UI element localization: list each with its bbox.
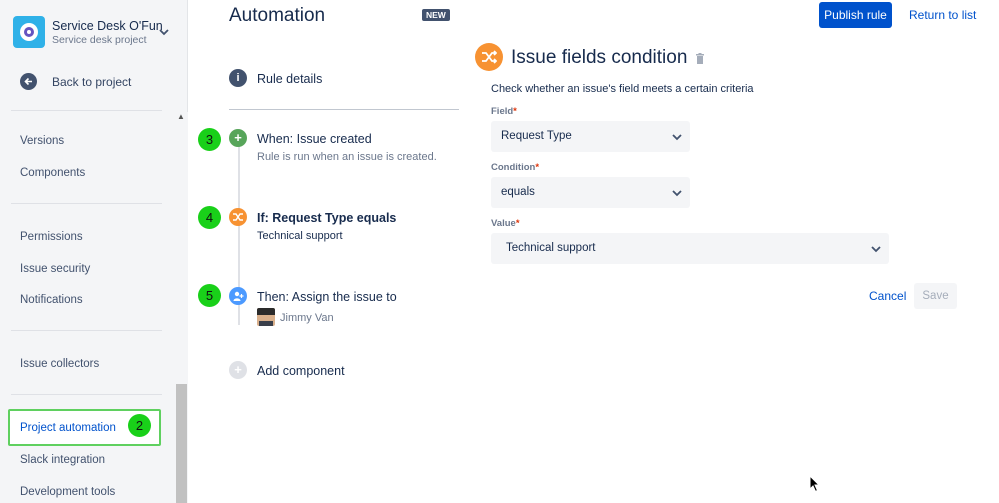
trash-icon[interactable] — [695, 53, 705, 64]
condition-label-text: Condition — [491, 162, 536, 173]
user-avatar — [257, 308, 275, 326]
sidebar-item-versions[interactable]: Versions — [20, 135, 64, 147]
required-mark: * — [515, 218, 520, 229]
step-badge: 5 — [198, 284, 221, 307]
project-name: Service Desk O'Fun — [52, 19, 163, 33]
page-title: Automation — [229, 5, 326, 26]
sidebar-divider — [11, 394, 162, 395]
value-select[interactable]: Technical support — [491, 233, 889, 264]
project-switcher[interactable]: Service Desk O'Fun Service desk project — [13, 15, 178, 49]
scroll-up-icon[interactable]: ▲ — [177, 112, 185, 121]
required-mark: * — [535, 162, 540, 173]
sidebar-divider — [11, 330, 162, 331]
info-icon: i — [229, 69, 247, 87]
condition-label: Condition* — [491, 162, 539, 173]
step-title: When: Issue created — [257, 132, 372, 146]
rule-details-item[interactable]: i Rule details — [229, 68, 429, 90]
sidebar-item-issue-security[interactable]: Issue security — [20, 263, 90, 275]
condition-select[interactable]: equals — [491, 177, 690, 208]
scrollbar-thumb[interactable] — [176, 384, 187, 503]
add-component-label: Add component — [257, 364, 345, 378]
plus-icon: + — [229, 129, 247, 147]
chevron-down-icon — [871, 246, 881, 253]
back-to-project-label: Back to project — [52, 75, 132, 89]
save-button[interactable]: Save — [914, 283, 957, 309]
shuffle-icon — [229, 208, 247, 226]
return-to-list-link[interactable]: Return to list — [909, 8, 976, 22]
project-type: Service desk project — [52, 34, 147, 46]
value-select-value: Technical support — [506, 242, 596, 254]
field-select[interactable]: Request Type — [491, 121, 690, 152]
shuffle-icon — [475, 43, 503, 71]
sidebar-item-components[interactable]: Components — [20, 167, 85, 179]
sidebar-item-issue-collectors[interactable]: Issue collectors — [20, 358, 99, 370]
cancel-button[interactable]: Cancel — [869, 289, 906, 303]
arrow-left-icon — [20, 73, 37, 90]
step-title: If: Request Type equals — [257, 211, 397, 225]
sidebar: Service Desk O'Fun Service desk project … — [0, 0, 188, 503]
rule-details-label: Rule details — [257, 72, 323, 86]
chevron-down-icon — [159, 29, 169, 36]
step-badge: 3 — [198, 128, 221, 151]
field-label: Field* — [491, 106, 517, 117]
value-label: Value* — [491, 218, 520, 229]
back-to-project-link[interactable]: Back to project — [20, 72, 170, 92]
sidebar-item-slack-integration[interactable]: Slack integration — [20, 454, 105, 466]
mouse-cursor-icon — [809, 475, 821, 493]
project-avatar-icon — [13, 16, 45, 48]
chevron-down-icon — [672, 134, 682, 141]
step-title: Then: Assign the issue to — [257, 290, 397, 304]
condition-select-value: equals — [501, 186, 535, 198]
assign-user-icon — [229, 287, 247, 305]
assignee-name: Jimmy Van — [280, 312, 334, 324]
publish-rule-button[interactable]: Publish rule — [819, 2, 892, 28]
sidebar-divider — [11, 110, 162, 111]
sidebar-scrollbar[interactable]: ▲ — [175, 112, 188, 503]
step-badge: 2 — [128, 414, 151, 437]
field-label-text: Field — [491, 106, 514, 117]
condition-description: Check whether an issue's field meets a c… — [491, 83, 754, 95]
sidebar-item-development-tools[interactable]: Development tools — [20, 486, 115, 498]
new-lozenge: NEW — [422, 9, 450, 21]
field-select-value: Request Type — [501, 130, 572, 142]
step-description: Rule is run when an issue is created. — [257, 151, 437, 163]
rule-divider — [229, 109, 459, 110]
sidebar-item-permissions[interactable]: Permissions — [20, 231, 83, 243]
sidebar-item-notifications[interactable]: Notifications — [20, 294, 83, 306]
required-mark: * — [513, 106, 517, 117]
step-description: Technical support — [257, 230, 343, 242]
condition-title: Issue fields condition — [511, 47, 688, 68]
sidebar-item-project-automation[interactable]: Project automation — [20, 422, 116, 434]
step-badge: 4 — [198, 206, 221, 229]
chevron-down-icon — [672, 190, 682, 197]
plus-icon: + — [229, 361, 247, 379]
sidebar-divider — [11, 203, 162, 204]
value-label-text: Value — [491, 218, 516, 229]
